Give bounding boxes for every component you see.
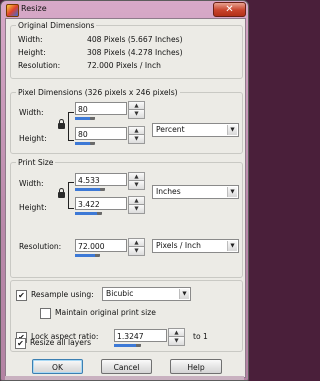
- print-height-slider-thumb[interactable]: [97, 212, 102, 215]
- pixel-width-spinner[interactable]: ▲ ▼: [128, 101, 145, 119]
- original-resolution-label: Resolution:: [18, 61, 61, 70]
- app-icon: [6, 4, 19, 17]
- pixel-height-label: Height:: [19, 134, 47, 143]
- spin-down-icon[interactable]: ▼: [128, 109, 145, 119]
- pixel-unit-select[interactable]: Percent ▼: [152, 123, 239, 137]
- pixel-width-input[interactable]: 80: [75, 102, 127, 115]
- window-bottom-edge: [5, 376, 244, 380]
- aspect-ratio-slider-thumb[interactable]: [136, 344, 141, 347]
- close-button[interactable]: ✕: [213, 2, 246, 17]
- print-size-group: Print Size Width: Height: 4.533 ▲ ▼ 3.42…: [10, 158, 243, 278]
- original-dimensions-legend: Original Dimensions: [16, 21, 97, 30]
- resize-all-layers-label: Resize all layers: [30, 338, 92, 347]
- print-height-slider[interactable]: [75, 212, 99, 215]
- pixel-height-spinner[interactable]: ▲ ▼: [128, 126, 145, 144]
- original-width-value: 408 Pixels (5.667 Inches): [87, 35, 183, 44]
- maintain-print-size-checkbox[interactable]: [40, 308, 51, 319]
- print-resolution-label: Resolution:: [19, 242, 62, 251]
- print-height-input[interactable]: 3.422: [75, 197, 127, 210]
- window-title: Resize: [21, 4, 47, 13]
- original-dimensions-group: Original Dimensions Width: 408 Pixels (5…: [10, 21, 243, 79]
- print-width-label: Width:: [19, 179, 44, 188]
- resample-method-select[interactable]: Bicubic ▼: [102, 287, 191, 301]
- original-height-label: Height:: [18, 48, 46, 57]
- original-width-label: Width:: [18, 35, 43, 44]
- print-resolution-input[interactable]: 72.000: [75, 239, 127, 252]
- pixel-unit-value: Percent: [156, 125, 185, 134]
- chevron-down-icon[interactable]: ▼: [227, 241, 237, 251]
- print-resolution-slider[interactable]: [75, 254, 97, 257]
- spin-down-icon[interactable]: ▼: [128, 180, 145, 190]
- resolution-unit-value: Pixels / Inch: [156, 241, 201, 250]
- pixel-width-slider-thumb[interactable]: [90, 117, 95, 120]
- spin-down-icon[interactable]: ▼: [128, 204, 145, 214]
- pixel-height-slider-thumb[interactable]: [90, 142, 95, 145]
- spin-down-icon[interactable]: ▼: [128, 134, 145, 144]
- chain-bracket: [68, 112, 74, 141]
- pixel-dimensions-legend: Pixel Dimensions (326 pixels x 246 pixel…: [16, 88, 180, 97]
- lock-icon: [58, 119, 65, 129]
- chevron-down-icon[interactable]: ▼: [179, 289, 189, 299]
- original-resolution-value: 72.000 Pixels / Inch: [87, 61, 161, 70]
- chevron-down-icon[interactable]: ▼: [227, 187, 237, 197]
- help-button[interactable]: Help: [170, 359, 222, 374]
- cancel-button[interactable]: Cancel: [101, 359, 152, 374]
- original-height-value: 308 Pixels (4.278 Inches): [87, 48, 183, 57]
- print-width-slider[interactable]: [75, 188, 102, 191]
- pixel-dimensions-group: Pixel Dimensions (326 pixels x 246 pixel…: [10, 88, 243, 154]
- lock-icon: [58, 188, 65, 198]
- chain-bracket: [68, 182, 74, 209]
- print-height-label: Height:: [19, 203, 47, 212]
- aspect-ratio-spinner[interactable]: ▲ ▼: [168, 328, 185, 346]
- ok-button[interactable]: OK: [32, 359, 83, 374]
- dialog-body: Original Dimensions Width: 408 Pixels (5…: [5, 18, 246, 378]
- print-height-spinner[interactable]: ▲ ▼: [128, 196, 145, 214]
- resize-dialog-window: Resize ✕ Original Dimensions Width: 408 …: [0, 0, 249, 381]
- pixel-height-input[interactable]: 80: [75, 127, 127, 140]
- resample-label: Resample using:: [31, 290, 94, 299]
- print-width-slider-thumb[interactable]: [100, 188, 105, 191]
- print-width-input[interactable]: 4.533: [75, 173, 127, 186]
- resolution-unit-select[interactable]: Pixels / Inch ▼: [152, 239, 239, 253]
- print-width-spinner[interactable]: ▲ ▼: [128, 172, 145, 190]
- spin-down-icon[interactable]: ▼: [168, 336, 185, 346]
- maintain-print-size-label: Maintain original print size: [55, 308, 156, 317]
- aspect-ratio-input[interactable]: 1.3247: [114, 329, 167, 342]
- aspect-ratio-slider[interactable]: [114, 344, 138, 347]
- resample-method-value: Bicubic: [106, 289, 134, 298]
- print-unit-select[interactable]: Inches ▼: [152, 185, 239, 199]
- print-resolution-spinner[interactable]: ▲ ▼: [128, 238, 145, 256]
- print-unit-value: Inches: [156, 187, 181, 196]
- resize-all-layers-checkbox[interactable]: ✔: [15, 338, 26, 349]
- aspect-ratio-suffix: to 1: [193, 332, 208, 341]
- spin-down-icon[interactable]: ▼: [128, 246, 145, 256]
- title-bar[interactable]: Resize ✕: [1, 1, 248, 18]
- print-size-legend: Print Size: [16, 158, 56, 167]
- chevron-down-icon[interactable]: ▼: [227, 125, 237, 135]
- print-resolution-slider-thumb[interactable]: [95, 254, 100, 257]
- resample-checkbox[interactable]: ✔: [16, 290, 27, 301]
- pixel-width-label: Width:: [19, 108, 44, 117]
